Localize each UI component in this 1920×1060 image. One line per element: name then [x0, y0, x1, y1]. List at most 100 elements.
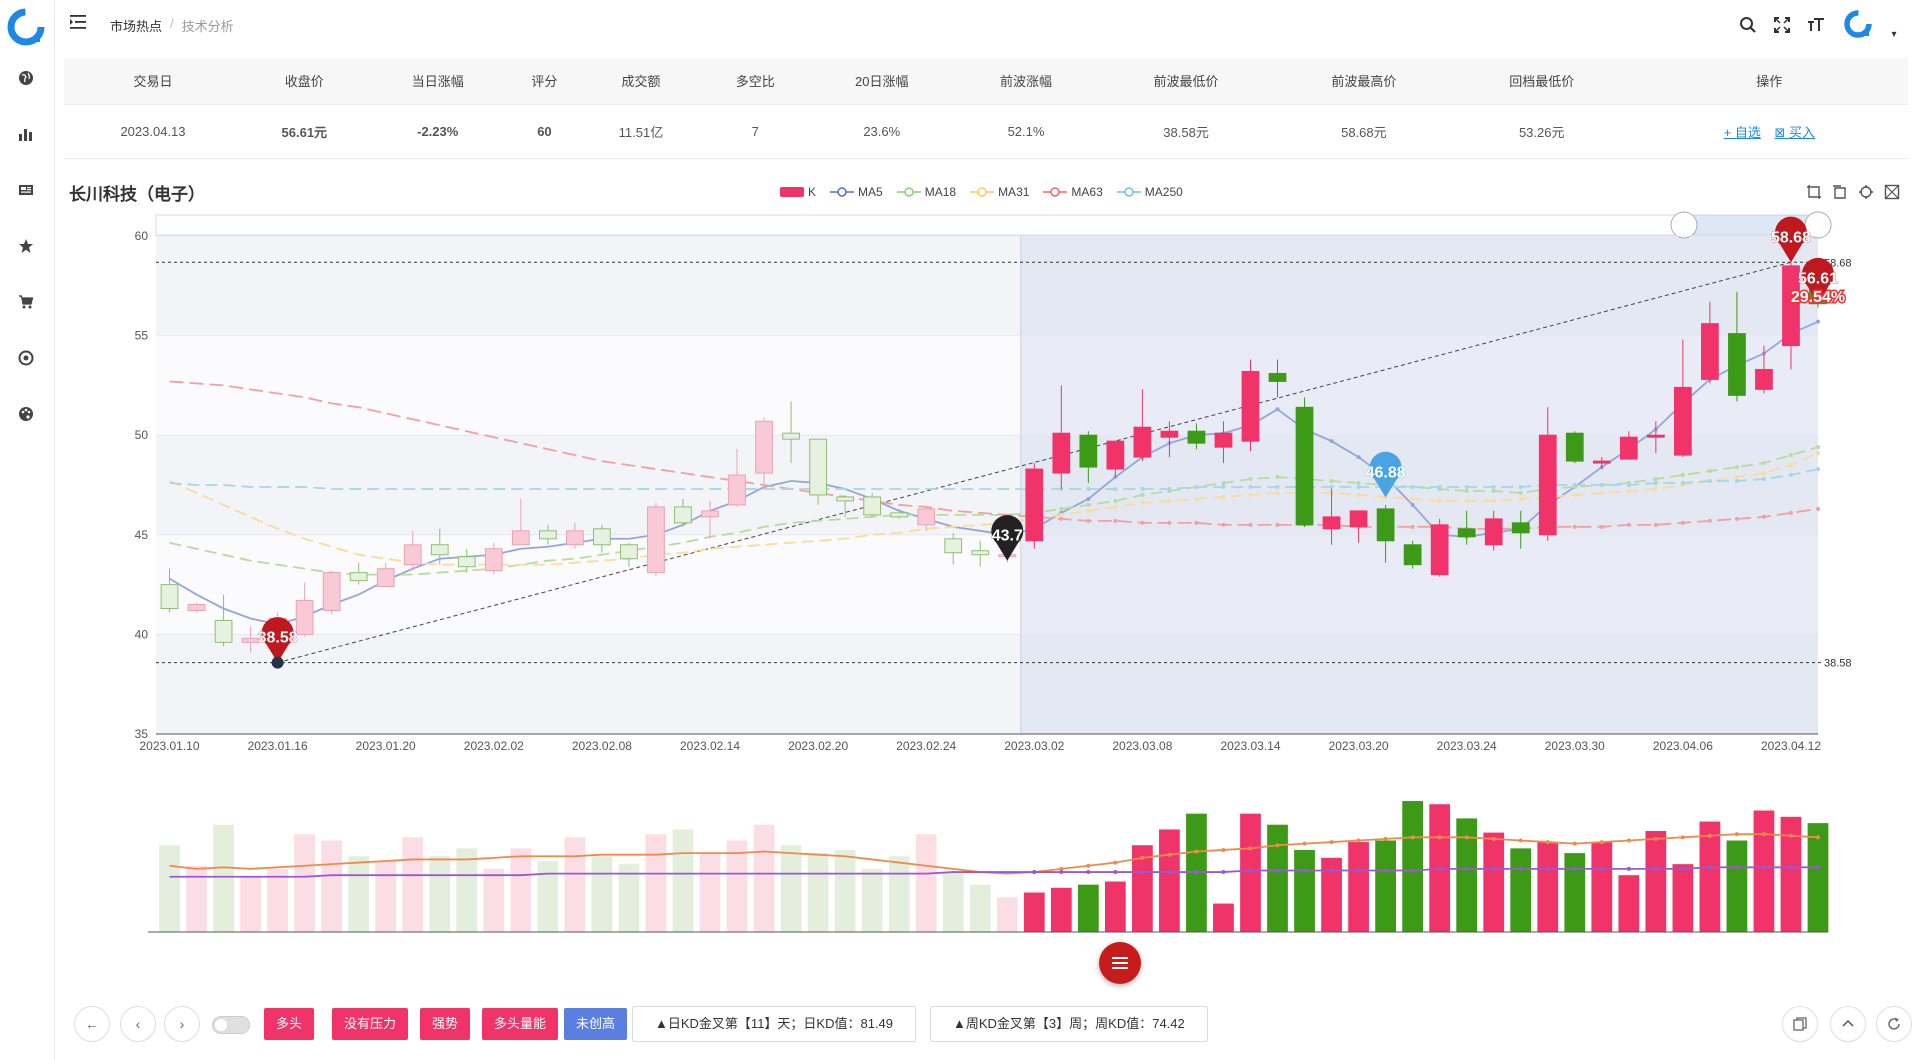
- ma-point: [1599, 483, 1604, 487]
- candle-body: [1755, 368, 1773, 390]
- volume-bar: [240, 876, 261, 932]
- chart-menu-button[interactable]: [1099, 942, 1141, 984]
- signal-tag-bull-volume[interactable]: 多头量能: [482, 1008, 559, 1040]
- signal-tag-no-pressure[interactable]: 没有压力: [332, 1008, 409, 1040]
- candle-body: [1295, 406, 1314, 526]
- volume-ma2-point: [1356, 868, 1361, 873]
- legend-item-ma5[interactable]: MA5: [830, 185, 883, 199]
- toggle-switch[interactable]: [212, 1016, 250, 1034]
- candle-body: [674, 506, 692, 524]
- volume-bar: [1402, 801, 1424, 932]
- legend-item-ma31[interactable]: MA31: [970, 185, 1029, 199]
- prev-button[interactable]: ‹: [120, 1006, 156, 1042]
- legend-swatch: [896, 187, 921, 197]
- ma-point: [1275, 522, 1280, 527]
- scroll-top-icon[interactable]: [1830, 1006, 1866, 1042]
- restore-icon[interactable]: [1858, 184, 1876, 202]
- candle-body: [187, 604, 206, 611]
- y-tick-label: 55: [135, 329, 149, 343]
- back-arrow-button[interactable]: ←: [74, 1006, 110, 1042]
- volume-ma2-point: [1545, 866, 1550, 871]
- volume-bar: [942, 872, 964, 932]
- save-image-icon[interactable]: [1884, 184, 1902, 202]
- ma-point: [1356, 481, 1361, 486]
- x-tick-label: 2023.01.10: [139, 739, 199, 753]
- y-tick-label: 40: [135, 627, 149, 641]
- candle-body: [1025, 468, 1044, 542]
- legend-item-ma18[interactable]: MA18: [896, 185, 956, 199]
- volume-ma2-point: [1113, 870, 1118, 875]
- ma-point: [1572, 524, 1577, 529]
- ma-point: [1572, 492, 1577, 497]
- candle-body: [214, 619, 233, 643]
- volume-ma-point: [1788, 833, 1793, 838]
- volume-ma-point: [1734, 832, 1739, 837]
- volume-ma2-point: [1221, 870, 1226, 875]
- candle-body: [1538, 434, 1557, 536]
- ma-point: [1816, 451, 1820, 456]
- ma-point: [1356, 492, 1361, 497]
- copy-icon[interactable]: [1782, 1006, 1818, 1042]
- ma-point: [1518, 490, 1523, 495]
- volume-ma-point: [1545, 840, 1550, 845]
- candle-body: [1079, 434, 1098, 468]
- volume-ma2-point: [1329, 868, 1334, 873]
- x-tick-label: 2023.01.20: [356, 739, 416, 753]
- candle-body: [403, 544, 422, 566]
- kline-chart[interactable]: 3540455055602023.01.10 2023.01.16 2023.01.…: [0, 0, 1920, 1060]
- ma-point: [1653, 477, 1658, 482]
- zoom-reset-icon[interactable]: [1832, 184, 1850, 202]
- volume-bar: [591, 856, 613, 932]
- volume-ma-point: [1518, 838, 1523, 843]
- ma-point: [1221, 522, 1226, 527]
- volume-ma-point: [1086, 863, 1091, 868]
- ma-point: [1518, 496, 1523, 501]
- y-tick-label: 60: [135, 229, 149, 243]
- volume-bar: [1699, 821, 1721, 932]
- refresh-icon[interactable]: [1876, 1006, 1912, 1042]
- ma-point: [1626, 488, 1631, 493]
- volume-bar: [1240, 813, 1261, 932]
- volume-bar: [294, 834, 316, 932]
- volume-ma-point: [1248, 846, 1253, 851]
- next-button[interactable]: ›: [164, 1006, 200, 1042]
- ma-point: [1437, 484, 1442, 489]
- signal-tag-no-new-high[interactable]: 未创高: [564, 1008, 628, 1040]
- volume-bar: [1213, 903, 1234, 932]
- ma-point: [1059, 506, 1064, 511]
- ma-point: [1329, 484, 1334, 489]
- volume-ma-point: [1275, 843, 1280, 848]
- x-tick-label: 2023.03.14: [1220, 739, 1280, 753]
- legend-item-ma63[interactable]: MA63: [1043, 185, 1103, 199]
- ma-point: [1464, 498, 1469, 503]
- legend-item-ma250[interactable]: MA250: [1116, 185, 1183, 199]
- signal-tag-bull[interactable]: 多头: [264, 1008, 315, 1040]
- volume-ma-point: [1572, 841, 1577, 846]
- candle-body: [620, 544, 638, 560]
- ma-point: [1086, 496, 1091, 501]
- candle-body: [160, 584, 179, 610]
- volume-ma-point: [1140, 855, 1145, 860]
- candle-body: [1241, 370, 1260, 442]
- ma-point: [1788, 463, 1793, 468]
- volume-ma2-point: [1518, 866, 1523, 871]
- candle-body: [295, 600, 314, 635]
- legend-label: MA63: [1071, 185, 1103, 199]
- volume-ma2-point: [1599, 866, 1604, 871]
- legend-item-k[interactable]: K: [780, 185, 816, 199]
- legend-swatch: [1116, 187, 1141, 197]
- ma-point: [1734, 479, 1739, 484]
- data-zoom-track: [155, 214, 1819, 236]
- ma-point: [1113, 498, 1118, 503]
- volume-bar: [699, 853, 721, 932]
- candle-body: [863, 496, 882, 516]
- signal-tag-strong[interactable]: 强势: [420, 1008, 471, 1040]
- volume-ma2-point: [1653, 866, 1658, 871]
- x-tick-label: 2023.01.16: [248, 739, 308, 753]
- candle-body: [430, 544, 449, 556]
- stock-title: 长川科技（电子）: [69, 185, 205, 204]
- volume-bar: [267, 868, 288, 932]
- zoom-select-icon[interactable]: [1806, 184, 1824, 202]
- ma-point: [1113, 518, 1118, 523]
- x-tick-label: 2023.03.24: [1437, 739, 1497, 753]
